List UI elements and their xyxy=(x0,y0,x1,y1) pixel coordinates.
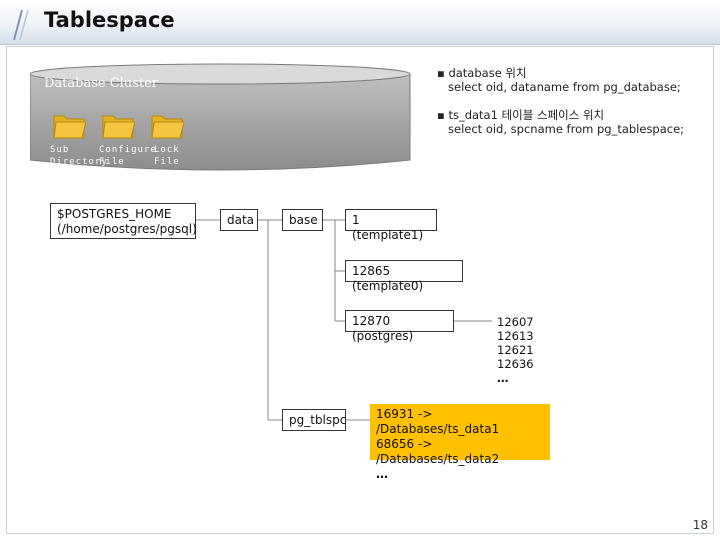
list-item: … xyxy=(497,371,509,385)
list-item: 16931 -> /Databases/ts_data1 xyxy=(376,407,500,436)
list-item: 12621 xyxy=(497,343,534,357)
relation-oid-list: 12607 12613 12621 12636 … xyxy=(497,315,534,385)
pg-tblspc-node: pg_tblspc xyxy=(282,409,346,431)
database-template1-node: 1 (template1) xyxy=(345,209,437,242)
list-item: 12613 xyxy=(497,329,534,343)
data-node: data xyxy=(220,209,258,231)
list-item: … xyxy=(376,467,388,481)
database-postgres-node: 12870 (postgres) xyxy=(345,310,454,343)
tablespace-links-box: 16931 -> /Databases/ts_data1 68656 -> /D… xyxy=(370,404,550,481)
list-item: 68656 -> /Databases/ts_data2 xyxy=(376,437,500,466)
database-template0-node: 12865 (template0) xyxy=(345,260,463,293)
list-item: 12636 xyxy=(497,357,534,371)
base-node: base xyxy=(282,209,323,231)
page-number: 18 xyxy=(692,518,708,532)
postgres-home-node: $POSTGRES_HOME (/home/postgres/pgsql) xyxy=(50,203,197,239)
list-item: 12607 xyxy=(497,315,534,329)
